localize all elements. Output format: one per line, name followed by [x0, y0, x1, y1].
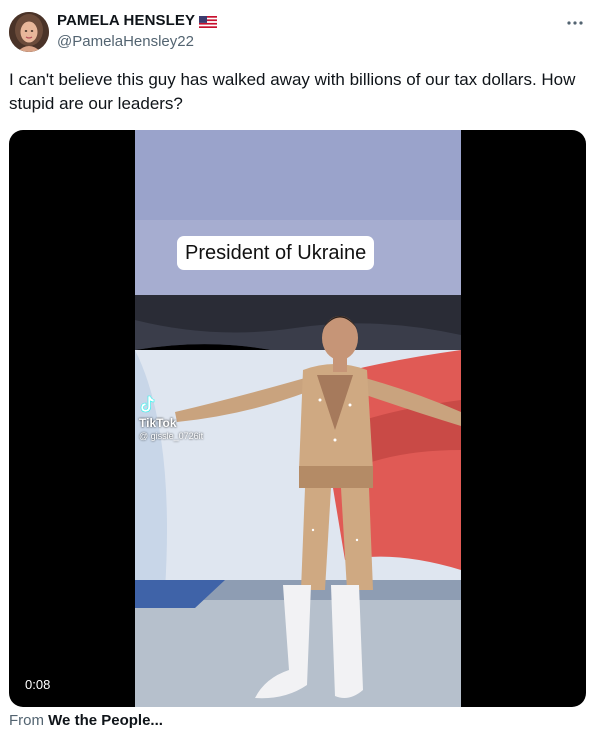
source-name[interactable]: We the People... — [48, 712, 163, 729]
tweet-card: PAMELA HENSLEY @PamelaHensley22 I can't … — [0, 0, 600, 743]
tiktok-watermark: TikTok @ gissle_0726it — [139, 395, 203, 442]
source-attribution[interactable]: From We the People... — [9, 712, 163, 729]
video-frame[interactable]: President of Ukraine TikTok @ gissle_072… — [135, 130, 461, 707]
tiktok-username: @ gissle_0726it — [139, 431, 204, 441]
us-flag-icon — [199, 15, 218, 28]
video-duration: 0:08 — [19, 675, 57, 694]
video-caption: President of Ukraine — [177, 236, 375, 270]
source-prefix: From — [9, 712, 44, 729]
display-name[interactable]: PAMELA HENSLEY — [57, 12, 195, 29]
video-player[interactable]: President of Ukraine TikTok @ gissle_072… — [9, 130, 586, 707]
tiktok-logo-icon — [139, 395, 155, 416]
avatar[interactable] — [9, 12, 49, 52]
tweet-text: I can't believe this guy has walked away… — [9, 70, 576, 113]
author-handle[interactable]: @PamelaHensley22 — [57, 33, 194, 50]
author-name-row[interactable]: PAMELA HENSLEY — [57, 12, 218, 29]
tiktok-brand: TikTok — [139, 416, 177, 430]
more-options-icon[interactable] — [562, 14, 588, 32]
